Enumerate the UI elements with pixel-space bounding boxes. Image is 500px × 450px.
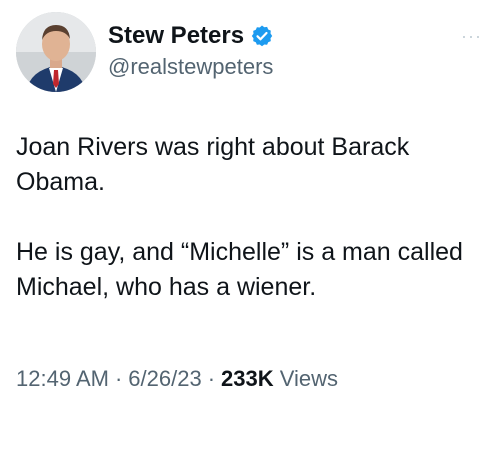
views-label: Views bbox=[279, 366, 339, 391]
verified-badge-icon[interactable] bbox=[250, 24, 274, 48]
avatar[interactable] bbox=[16, 12, 96, 92]
display-name[interactable]: Stew Peters bbox=[108, 22, 244, 50]
tweet-date[interactable]: 6/26/23 bbox=[128, 366, 201, 391]
display-name-row: Stew Peters bbox=[108, 20, 274, 52]
author-block: Stew Peters @realstewpeters bbox=[108, 20, 274, 80]
views-count[interactable]: 233K bbox=[221, 366, 274, 391]
tweet-paragraph-2: He is gay, and “Michelle” is a man calle… bbox=[16, 238, 463, 301]
tweet-header: Stew Peters @realstewpeters ··· bbox=[16, 12, 486, 96]
avatar-image bbox=[16, 12, 96, 92]
tweet-time[interactable]: 12:49 AM bbox=[16, 366, 109, 391]
meta-separator: · bbox=[114, 366, 123, 391]
more-dots-icon[interactable]: ··· bbox=[461, 26, 482, 47]
tweet-text: Joan Rivers was right about Barack Obama… bbox=[16, 130, 486, 305]
meta-separator: · bbox=[207, 366, 216, 391]
handle[interactable]: @realstewpeters bbox=[108, 54, 274, 80]
tweet-meta: 12:49 AM · 6/26/23 · 233K Views bbox=[16, 366, 338, 392]
tweet-card: Stew Peters @realstewpeters ··· Joan Riv… bbox=[0, 0, 500, 450]
tweet-paragraph-1: Joan Rivers was right about Barack Obama… bbox=[16, 133, 410, 196]
